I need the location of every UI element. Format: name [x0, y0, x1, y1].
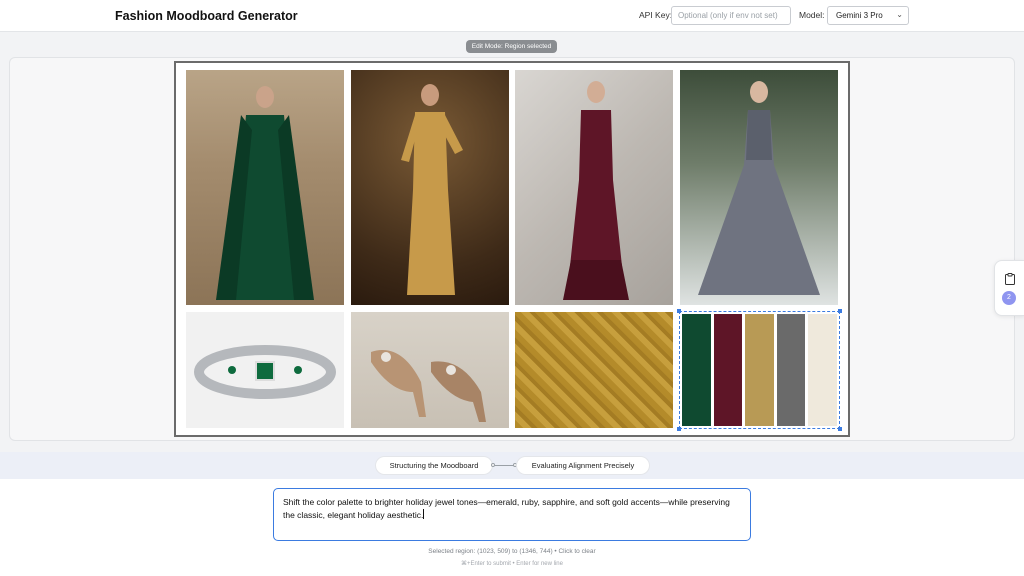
keyboard-shortcut-hint: ⌘+Enter to submit • Enter for new line [461, 561, 563, 567]
model-select-value: Gemini 3 Pro [836, 11, 883, 20]
selected-region-hint[interactable]: Selected region: (1023, 509) to (1346, 7… [0, 548, 1024, 555]
moodboard-tile-gold-gown[interactable] [351, 70, 509, 305]
clipboard-icon[interactable] [1005, 273, 1015, 285]
image-icon [371, 350, 486, 422]
selection-handle[interactable] [677, 309, 681, 313]
moodboard-tile-grey-ballgown[interactable] [680, 70, 838, 305]
palette-swatch-ivory [808, 314, 837, 426]
text-caret [423, 509, 425, 519]
color-palette-selected-region[interactable] [679, 311, 840, 429]
prompt-text: Shift the color palette to brighter holi… [283, 497, 730, 520]
api-key-label: API Key: [639, 10, 673, 20]
palette-swatch-emerald [682, 314, 711, 426]
prompt-textarea[interactable]: Shift the color palette to brighter holi… [273, 488, 751, 541]
image-icon [194, 345, 336, 399]
palette-swatch-gold [745, 314, 774, 426]
edit-mode-badge: Edit Mode: Region selected [466, 40, 557, 53]
model-select[interactable]: Gemini 3 Pro ⌄ [827, 6, 909, 25]
top-bar: Fashion Moodboard Generator API Key: Mod… [0, 0, 1024, 32]
chevron-down-icon: ⌄ [896, 10, 903, 19]
progress-dot [491, 463, 495, 467]
palette-swatch-burgundy [713, 314, 743, 426]
app-title: Fashion Moodboard Generator [115, 9, 298, 23]
progress-step-evaluating: Evaluating Alignment Precisely [517, 457, 649, 474]
api-key-input[interactable] [671, 6, 791, 25]
palette-swatch-grey [776, 314, 806, 426]
selection-handle[interactable] [838, 427, 842, 431]
moodboard-tile-burgundy-gown[interactable] [515, 70, 673, 305]
selection-handle[interactable] [677, 427, 681, 431]
history-tray[interactable] [994, 260, 1024, 316]
history-count-badge: 2 [1002, 291, 1016, 305]
image-icon [216, 86, 314, 300]
image-icon [563, 81, 629, 300]
moodboard-tile-emerald-gown[interactable] [186, 70, 344, 305]
image-icon [401, 84, 463, 295]
image-icon [515, 312, 673, 428]
progress-step-structuring: Structuring the Moodboard [376, 457, 492, 474]
image-icon [698, 81, 820, 295]
moodboard-tile-bracelet[interactable] [186, 312, 344, 428]
selection-handle[interactable] [838, 309, 842, 313]
model-label: Model: [799, 10, 825, 20]
moodboard-tile-heels[interactable] [351, 312, 509, 428]
moodboard-tile-gold-brocade[interactable] [515, 312, 673, 428]
